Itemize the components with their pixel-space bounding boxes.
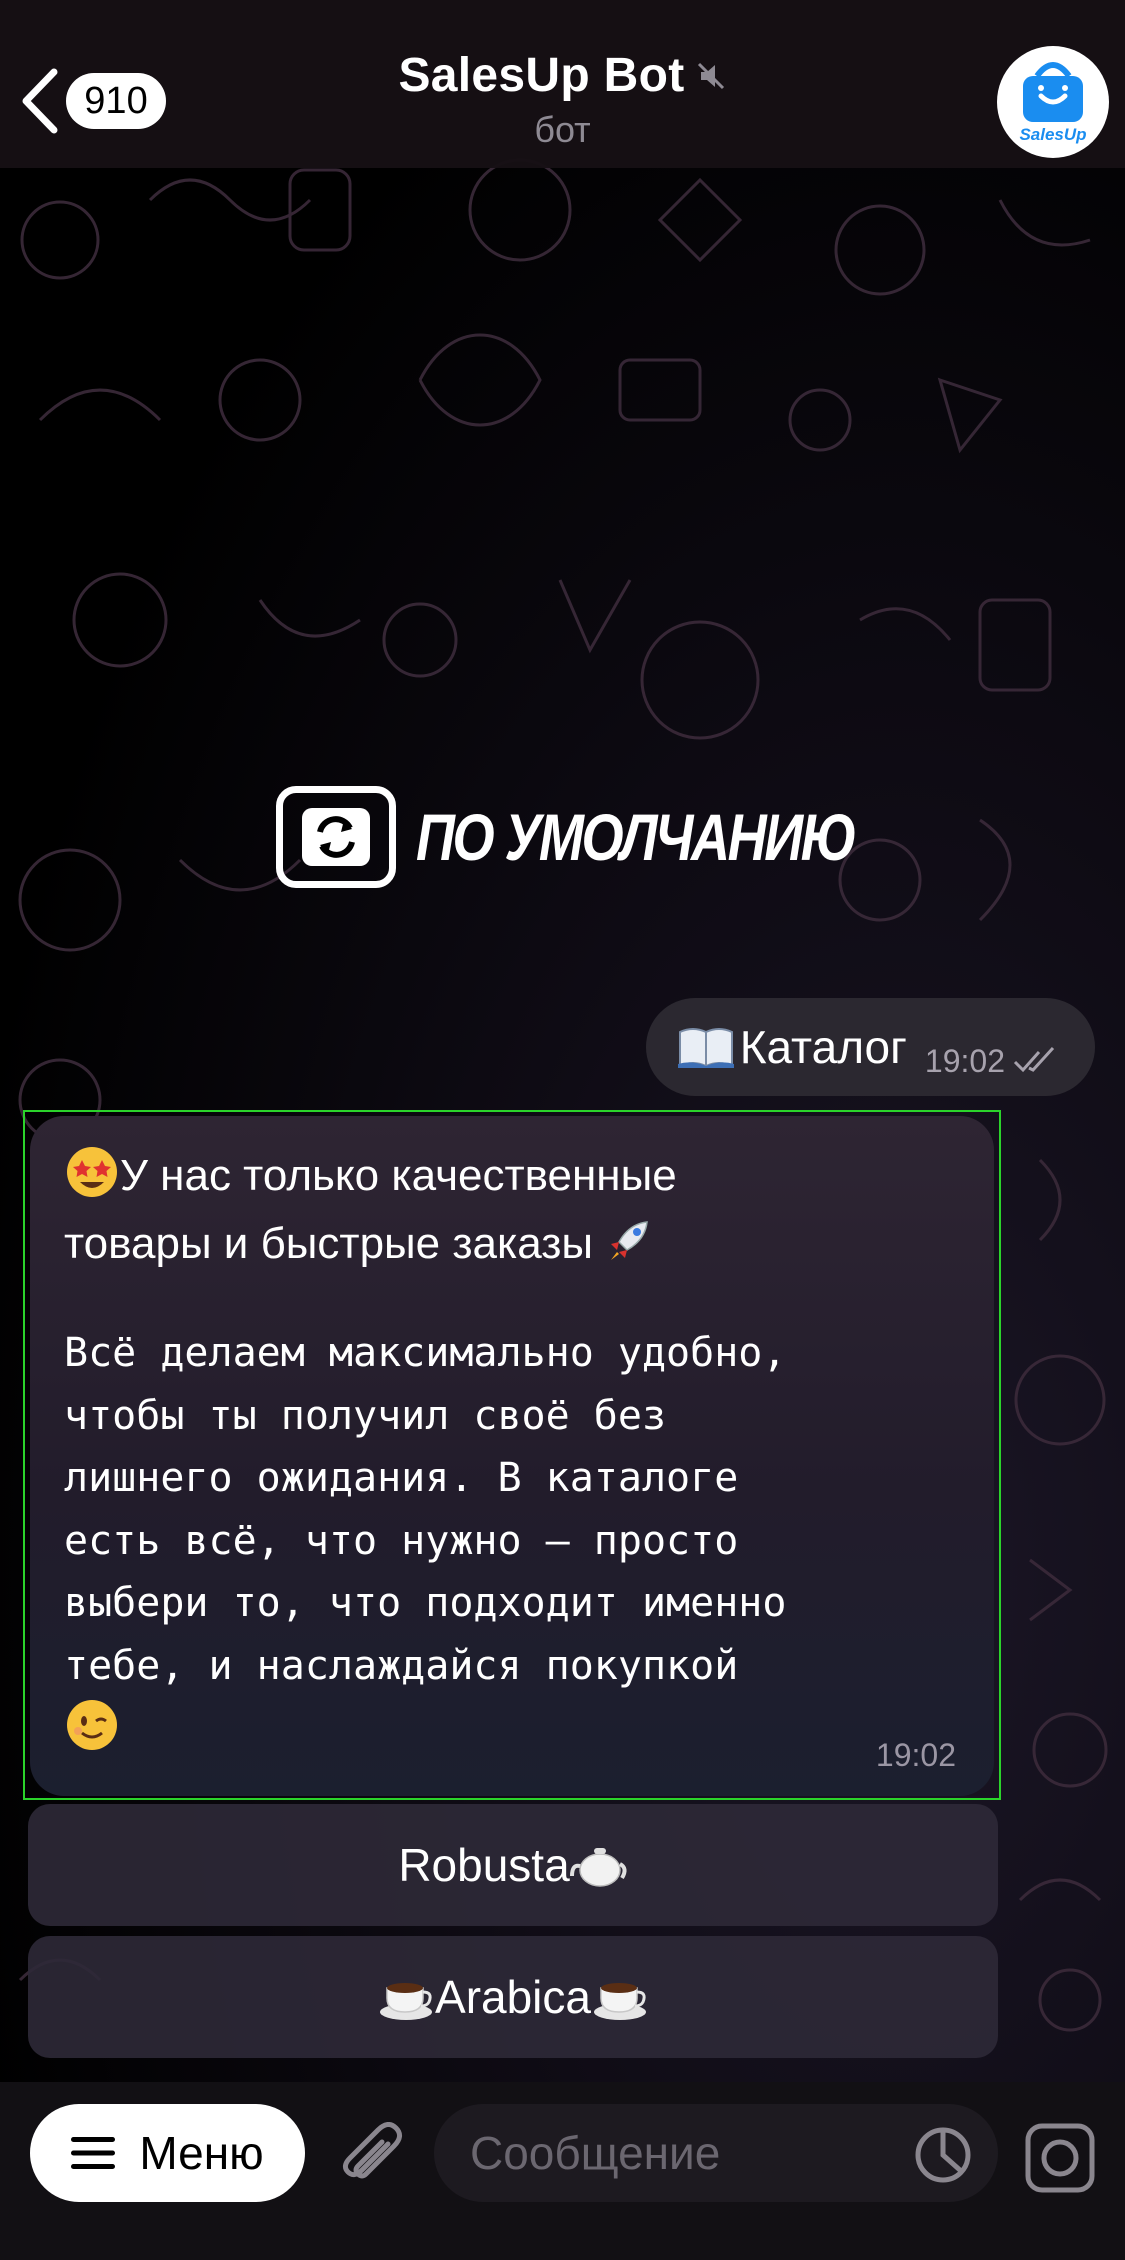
mute-icon — [697, 62, 724, 89]
default-mode-overlay: ПО УМОЛЧАНИЮ — [276, 786, 951, 888]
outgoing-message-text: Каталог — [739, 1021, 907, 1073]
refresh-icon — [276, 786, 396, 888]
robusta-button[interactable]: Robusta — [28, 1804, 998, 1926]
message-input[interactable]: Сообщение — [434, 2104, 998, 2202]
chat-title: SalesUp Bot — [398, 49, 685, 102]
menu-icon — [71, 2137, 116, 2169]
coffee-cup-icon — [380, 1983, 433, 2020]
bot-menu-button[interactable]: Меню — [30, 2104, 305, 2202]
arabica-button[interactable]: Arabica — [28, 1936, 998, 2058]
sticker-icon[interactable] — [914, 2126, 972, 2184]
arabica-label: Arabica — [435, 1971, 591, 2023]
message-time: 19:02 — [924, 1042, 1005, 1079]
book-icon — [677, 1028, 734, 1068]
menu-label: Меню — [139, 2127, 264, 2179]
camera-icon[interactable] — [1024, 2122, 1096, 2194]
overlay-text: ПО УМОЛЧАНИЮ — [416, 800, 857, 874]
double-check-icon — [1013, 1046, 1055, 1073]
chat-subtitle: бот — [534, 109, 591, 150]
teapot-icon — [569, 1848, 627, 1887]
chat-header: 910 SalesUp Bot бот SalesUp — [0, 0, 1125, 168]
shopping-bag-logo-icon: SalesUp — [1019, 62, 1087, 144]
composer-bar: Меню Сообщение — [0, 2082, 1125, 2260]
robusta-label: Robusta — [398, 1839, 570, 1891]
coffee-cup-icon — [593, 1983, 646, 2020]
message-placeholder: Сообщение — [470, 2127, 721, 2179]
bot-avatar[interactable]: SalesUp — [997, 46, 1109, 158]
selection-highlight — [23, 1110, 1001, 1800]
attach-icon[interactable] — [336, 2122, 406, 2194]
svg-text:SalesUp: SalesUp — [1019, 125, 1086, 144]
outgoing-message[interactable]: Каталог 19:02 — [645, 998, 1095, 1096]
chat-title-area[interactable]: SalesUp Bot бот — [0, 48, 1125, 151]
